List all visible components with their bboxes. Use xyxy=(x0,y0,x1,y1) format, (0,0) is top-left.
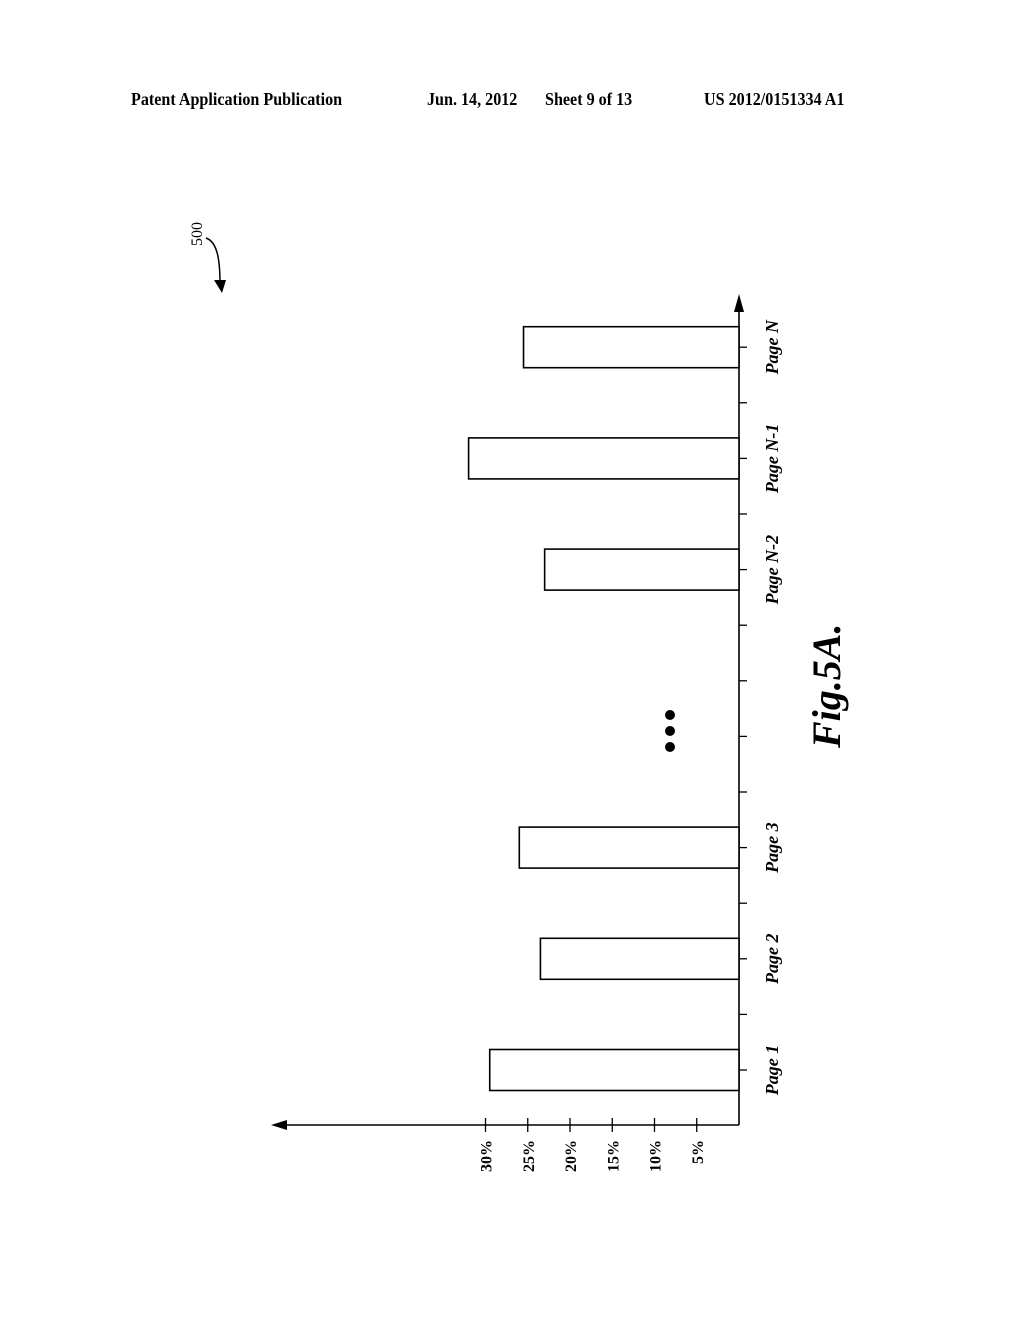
category-label: Page N-1 xyxy=(762,424,782,494)
figure-5a: 500 Page 1Page 2Page 3Page N-2Page N-1Pa… xyxy=(189,222,849,1172)
bar xyxy=(467,437,740,480)
category-label: Page 2 xyxy=(762,934,782,985)
bar xyxy=(488,1048,740,1092)
value-tick-label: 20% xyxy=(563,1140,580,1172)
value-tick-label: 10% xyxy=(648,1140,665,1172)
value-tick-labels: 5% 10% 15% 20% 25% 30% xyxy=(479,1140,707,1172)
value-tick-label: 5% xyxy=(690,1140,707,1164)
ellipsis-dot xyxy=(665,742,675,752)
bar xyxy=(518,826,740,869)
value-tick-label: 15% xyxy=(605,1140,622,1172)
ellipsis-icon xyxy=(665,710,675,752)
value-tick-label: 30% xyxy=(479,1140,496,1172)
bar xyxy=(539,937,740,981)
bar xyxy=(543,548,740,591)
chart-bars xyxy=(467,325,740,1092)
chart-axes xyxy=(271,294,747,1132)
figure-caption: Fig.5A. xyxy=(804,624,849,749)
bar xyxy=(522,325,740,369)
category-label: Page 1 xyxy=(762,1045,782,1096)
value-axis-arrow-icon xyxy=(271,1120,287,1130)
category-labels: Page 1 Page 2 Page 3 Page N-2 Page N-1 Page N xyxy=(762,319,782,1096)
reference-500: 500 xyxy=(189,222,226,293)
ellipsis-dot xyxy=(665,726,675,736)
reference-arrow-icon xyxy=(205,237,221,285)
category-label: Page N-2 xyxy=(762,535,782,605)
ellipsis-dot xyxy=(665,710,675,720)
category-axis-arrow-icon xyxy=(734,294,744,312)
category-label: Page 3 xyxy=(762,822,782,873)
category-label: Page N xyxy=(762,319,782,375)
value-tick-label: 25% xyxy=(521,1140,538,1172)
reference-numeral: 500 xyxy=(189,222,206,246)
reference-arrowhead-icon xyxy=(214,280,226,293)
